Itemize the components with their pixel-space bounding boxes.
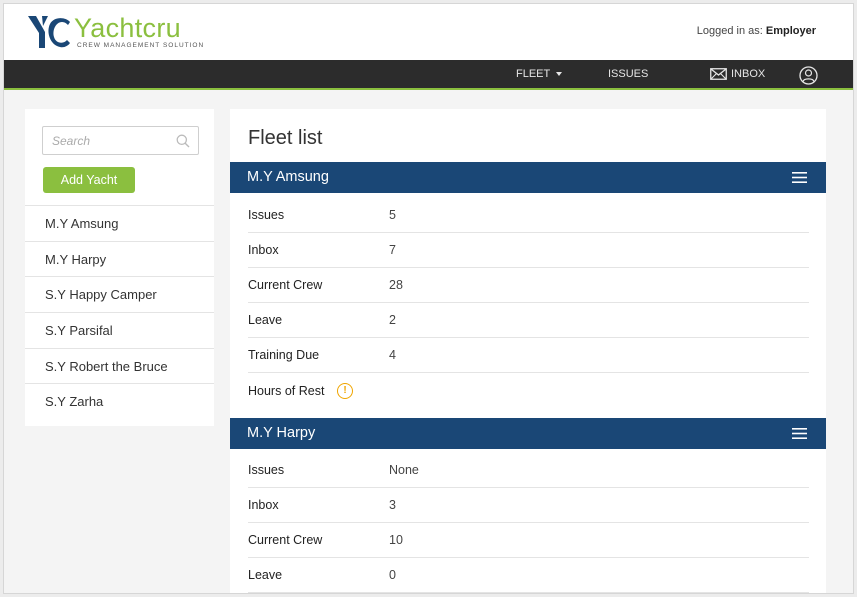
- detail-label: Training Due: [248, 348, 320, 362]
- search-icon[interactable]: [176, 134, 190, 148]
- search-input[interactable]: [43, 127, 163, 154]
- caret-down-icon: [556, 72, 563, 76]
- nav-issues[interactable]: ISSUES: [608, 60, 648, 88]
- detail-row-issues[interactable]: Issues None: [248, 453, 809, 488]
- detail-label: Inbox: [248, 498, 279, 512]
- user-icon: [799, 65, 818, 85]
- yacht-card-title[interactable]: M.Y Harpy: [247, 425, 315, 441]
- detail-row-leave[interactable]: Leave 0: [248, 558, 809, 593]
- detail-label: Hours of Rest: [248, 383, 325, 398]
- nav-fleet[interactable]: FLEET: [516, 60, 563, 88]
- hamburger-menu-icon[interactable]: [792, 172, 807, 183]
- login-role: Employer: [765, 25, 816, 37]
- yacht-card-details: Issues None Inbox 3 Current Crew 10 Leav…: [248, 453, 809, 593]
- yacht-card-title[interactable]: M.Y Amsung: [247, 169, 329, 185]
- yacht-list-item[interactable]: M.Y Amsung: [25, 205, 214, 241]
- detail-value: 0: [389, 568, 396, 582]
- yacht-card-header: M.Y Amsung: [230, 162, 826, 193]
- nav-fleet-label: FLEET: [516, 68, 551, 80]
- detail-value: 28: [389, 278, 403, 292]
- detail-value: 3: [389, 498, 396, 512]
- sidebar: Add Yacht M.Y Amsung M.Y Harpy S.Y Happy…: [25, 109, 214, 426]
- app-frame: Yachtcru CREW MANAGEMENT SOLUTION Logged…: [3, 3, 854, 594]
- fleet-panel: Fleet list M.Y Amsung Issues 5 Inbox 7 C…: [230, 109, 826, 593]
- detail-label: Issues: [248, 208, 285, 222]
- envelope-icon: [710, 68, 727, 80]
- detail-value: 7: [389, 243, 396, 257]
- header: Yachtcru CREW MANAGEMENT SOLUTION Logged…: [4, 4, 853, 60]
- detail-row-inbox[interactable]: Inbox 7: [248, 233, 809, 268]
- warning-icon[interactable]: !: [337, 382, 353, 399]
- logo[interactable]: Yachtcru CREW MANAGEMENT SOLUTION: [26, 14, 204, 50]
- brand-name: Yachtcru: [74, 13, 181, 43]
- detail-row-leave[interactable]: Leave 2: [248, 303, 809, 338]
- detail-value: None: [389, 463, 419, 477]
- detail-label: Issues: [248, 463, 285, 477]
- yacht-list-item[interactable]: S.Y Parsifal: [25, 312, 214, 348]
- yacht-card-header: M.Y Harpy: [230, 418, 826, 449]
- yacht-list-item[interactable]: S.Y Happy Camper: [25, 276, 214, 312]
- detail-row-current-crew[interactable]: Current Crew 28: [248, 268, 809, 303]
- nav-inbox-label: INBOX: [731, 68, 766, 80]
- hamburger-menu-icon[interactable]: [792, 428, 807, 439]
- detail-label: Current Crew: [248, 533, 323, 547]
- detail-value: 2: [389, 313, 396, 327]
- brand-tagline: CREW MANAGEMENT SOLUTION: [77, 42, 205, 49]
- detail-row-hours-of-rest[interactable]: Hours of Rest !: [248, 373, 809, 408]
- detail-row-inbox[interactable]: Inbox 3: [248, 488, 809, 523]
- detail-value: 4: [389, 348, 396, 362]
- detail-value: 10: [389, 533, 403, 547]
- search-box: [42, 126, 199, 155]
- detail-label: Current Crew: [248, 278, 323, 292]
- yacht-list-item[interactable]: M.Y Harpy: [25, 240, 214, 277]
- yacht-card-details: Issues 5 Inbox 7 Current Crew 28 Leave 2…: [248, 198, 809, 408]
- detail-value: 5: [389, 208, 396, 222]
- detail-label: Leave: [248, 568, 283, 582]
- detail-label: Inbox: [248, 243, 279, 257]
- yacht-list-item[interactable]: S.Y Robert the Bruce: [25, 347, 214, 384]
- top-nav: FLEET ISSUES INBOX: [4, 60, 853, 90]
- detail-row-current-crew[interactable]: Current Crew 10: [248, 523, 809, 558]
- yacht-list-item[interactable]: S.Y Zarha: [25, 383, 214, 419]
- user-menu[interactable]: [799, 65, 818, 85]
- login-status: Logged in as: Employer: [697, 25, 816, 37]
- nav-issues-label: ISSUES: [608, 68, 649, 80]
- detail-row-issues[interactable]: Issues 5: [248, 198, 809, 233]
- detail-row-training-due[interactable]: Training Due 4: [248, 338, 809, 373]
- page-title: Fleet list: [248, 127, 323, 149]
- login-prefix: Logged in as:: [696, 25, 763, 37]
- yc-logo-mark-icon: [28, 16, 70, 48]
- detail-label: Leave: [248, 313, 283, 327]
- yacht-list: M.Y Amsung M.Y Harpy S.Y Happy Camper S.…: [25, 205, 214, 419]
- add-yacht-button[interactable]: Add Yacht: [43, 167, 135, 193]
- nav-inbox[interactable]: INBOX: [710, 60, 765, 88]
